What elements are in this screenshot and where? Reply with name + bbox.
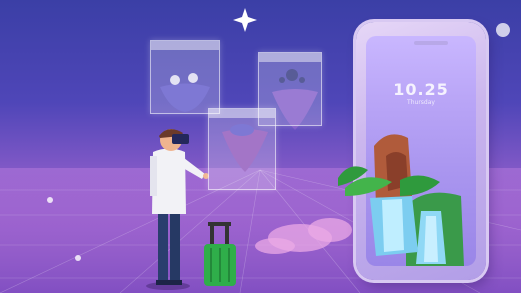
breakout-landscape — [338, 166, 440, 256]
illustration: 10.25 Thursday — [0, 0, 521, 293]
